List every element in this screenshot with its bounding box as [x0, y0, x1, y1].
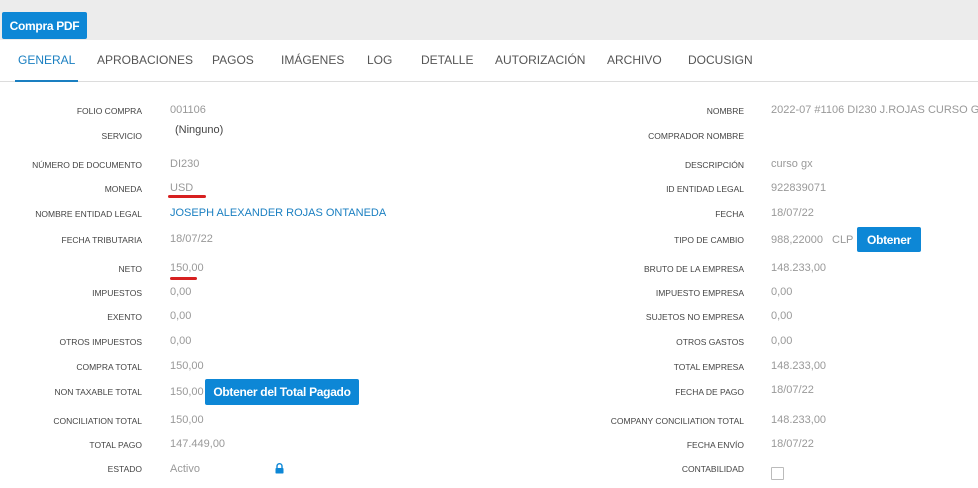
descripcion-value: curso gx [771, 158, 813, 170]
tipo-cambio-value: 988,22000 [771, 234, 823, 246]
neto-label: NETO [118, 264, 142, 274]
folio-compra-value: 001106 [170, 104, 206, 116]
id-entidad-legal-value: 922839071 [771, 182, 827, 194]
company-conciliation-total-value: 148.233,00 [771, 414, 827, 426]
fecha-value: 18/07/22 [771, 207, 814, 219]
company-conciliation-total-label: COMPANY CONCILIATION TOTAL [610, 416, 744, 426]
sujetos-no-empresa-label: SUJETOS NO EMPRESA [645, 312, 744, 322]
exento-value: 0,00 [170, 310, 192, 322]
compra-total-value: 150,00 [170, 360, 204, 372]
folio-compra-label: FOLIO COMPRA [76, 106, 142, 116]
moneda-value: USD [170, 182, 194, 194]
id-entidad-legal-label: ID ENTIDAD LEGAL [666, 184, 744, 194]
numero-documento-value: DI230 [170, 158, 200, 170]
estado-value: Activo [170, 463, 200, 475]
entidad-legal-label: NOMBRE ENTIDAD LEGAL [35, 209, 142, 219]
tab-aprobaciones[interactable]: APROBACIONES [97, 40, 193, 82]
impuesto-empresa-value: 0,00 [771, 286, 793, 298]
neto-value: 150,00 [170, 262, 204, 274]
tipo-cambio-label: TIPO DE CAMBIO [674, 235, 744, 245]
moneda-annotation-underline [168, 195, 206, 198]
tab-detalle[interactable]: DETALLE [421, 40, 473, 82]
compra-total-label: COMPRA TOTAL [76, 362, 142, 372]
servicio-label: SERVICIO [101, 131, 142, 141]
impuestos-value: 0,00 [170, 286, 192, 298]
tab-autorizacion[interactable]: AUTORIZACIÓN [495, 40, 585, 82]
tab-imagenes[interactable]: IMÁGENES [281, 40, 344, 82]
total-pago-label: TOTAL PAGO [89, 440, 142, 450]
obtener-total-pagado-button[interactable]: Obtener del Total Pagado [205, 379, 359, 405]
contabilidad-checkbox[interactable] [771, 467, 784, 480]
otros-gastos-value: 0,00 [771, 335, 793, 347]
obtener-tipo-cambio-button[interactable]: Obtener [857, 227, 921, 252]
total-pago-value: 147.449,00 [170, 438, 226, 450]
moneda-label: MONEDA [104, 184, 142, 194]
estado-label: ESTADO [107, 464, 142, 474]
numero-documento-label: NÚMERO DE DOCUMENTO [32, 160, 142, 170]
tab-archivo[interactable]: ARCHIVO [607, 40, 662, 82]
impuesto-empresa-label: IMPUESTO EMPRESA [655, 288, 744, 298]
lock-icon [275, 463, 284, 474]
total-empresa-value: 148.233,00 [771, 360, 827, 372]
impuestos-label: IMPUESTOS [92, 288, 142, 298]
total-empresa-label: TOTAL EMPRESA [673, 362, 744, 372]
sujetos-no-empresa-value: 0,00 [771, 310, 793, 322]
bruto-empresa-value: 148.233,00 [771, 262, 827, 274]
tab-general[interactable]: GENERAL [15, 40, 79, 82]
tab-docusign[interactable]: DOCUSIGN [688, 40, 753, 82]
tab-log[interactable]: LOG [367, 40, 392, 82]
exento-label: EXENTO [107, 312, 142, 322]
otros-impuestos-value: 0,00 [170, 335, 192, 347]
bruto-empresa-label: BRUTO DE LA EMPRESA [644, 264, 744, 274]
nombre-value: 2022-07 #1106 DI230 J.ROJAS CURSO GX [771, 104, 978, 116]
otros-impuestos-label: OTROS IMPUESTOS [59, 337, 143, 347]
otros-gastos-label: OTROS GASTOS [676, 337, 744, 347]
comprador-nombre-label: COMPRADOR NOMBRE [648, 131, 744, 141]
tab-bar: GENERAL APROBACIONES PAGOS IMÁGENES LOG … [0, 40, 978, 82]
compra-pdf-button[interactable]: Compra PDF [2, 12, 87, 39]
fecha-envio-value: 18/07/22 [771, 438, 814, 450]
conciliation-total-label: CONCILIATION TOTAL [53, 416, 142, 426]
fecha-tributaria-value: 18/07/22 [170, 233, 213, 245]
fecha-pago-value: 18/07/22 [771, 384, 814, 396]
descripcion-label: DESCRIPCIÓN [684, 160, 744, 170]
entidad-legal-link[interactable]: JOSEPH ALEXANDER ROJAS ONTANEDA [170, 207, 386, 219]
conciliation-total-value: 150,00 [170, 414, 204, 426]
nombre-label: NOMBRE [706, 106, 744, 116]
fecha-label: FECHA [715, 209, 744, 219]
fecha-pago-label: FECHA DE PAGO [675, 387, 744, 397]
servicio-value[interactable]: (Ninguno) [175, 124, 223, 136]
fecha-envio-label: FECHA ENVÍO [686, 440, 744, 450]
top-toolbar: Compra PDF [0, 0, 978, 40]
contabilidad-label: CONTABILIDAD [681, 464, 744, 474]
non-taxable-total-label: NON TAXABLE TOTAL [54, 387, 142, 397]
non-taxable-total-value: 150,00 [170, 386, 204, 398]
tab-pagos[interactable]: PAGOS [212, 40, 254, 82]
fecha-tributaria-label: FECHA TRIBUTARIA [61, 235, 142, 245]
tipo-cambio-currency: CLP [832, 234, 854, 246]
neto-annotation-underline [170, 277, 197, 280]
